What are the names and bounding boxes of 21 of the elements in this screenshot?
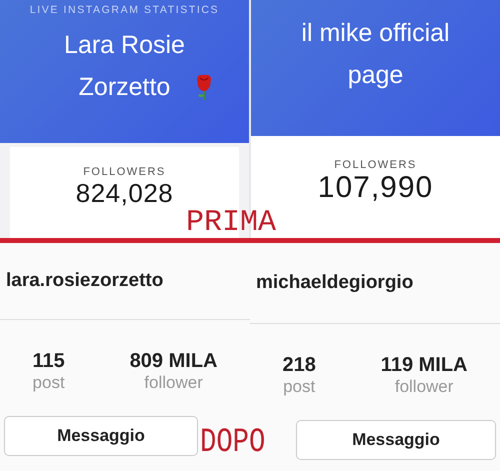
followers-label: FOLLOWERS xyxy=(83,166,166,178)
account-name: Lara Rosie Zorzetto xyxy=(63,30,186,103)
username: lara.rosiezorzetto xyxy=(6,270,164,292)
message-button[interactable]: Messaggio xyxy=(4,416,198,456)
message-button[interactable]: Messaggio xyxy=(296,420,496,460)
followers-label: FOLLOWERS xyxy=(334,159,417,171)
username: michaeldegiorgio xyxy=(256,272,414,294)
post-count: 218 xyxy=(282,354,316,377)
app-header: LIVE INSTAGRAM STATISTICS xyxy=(30,4,220,16)
follower-count: 119 MILA xyxy=(380,354,468,377)
follower-label: follower xyxy=(394,377,454,397)
before-label: PRIMA xyxy=(186,206,276,240)
followers-count: 824,028 xyxy=(76,178,174,209)
after-label: DOPO xyxy=(200,424,266,462)
followers-count: 107,990 xyxy=(318,171,434,205)
follower-count: 809 MILA xyxy=(130,350,218,373)
post-label: post xyxy=(32,373,65,393)
follower-label: follower xyxy=(144,373,203,393)
post-count: 115 xyxy=(32,350,65,373)
post-label: post xyxy=(283,377,316,397)
account-name: il mike official page xyxy=(300,18,451,91)
